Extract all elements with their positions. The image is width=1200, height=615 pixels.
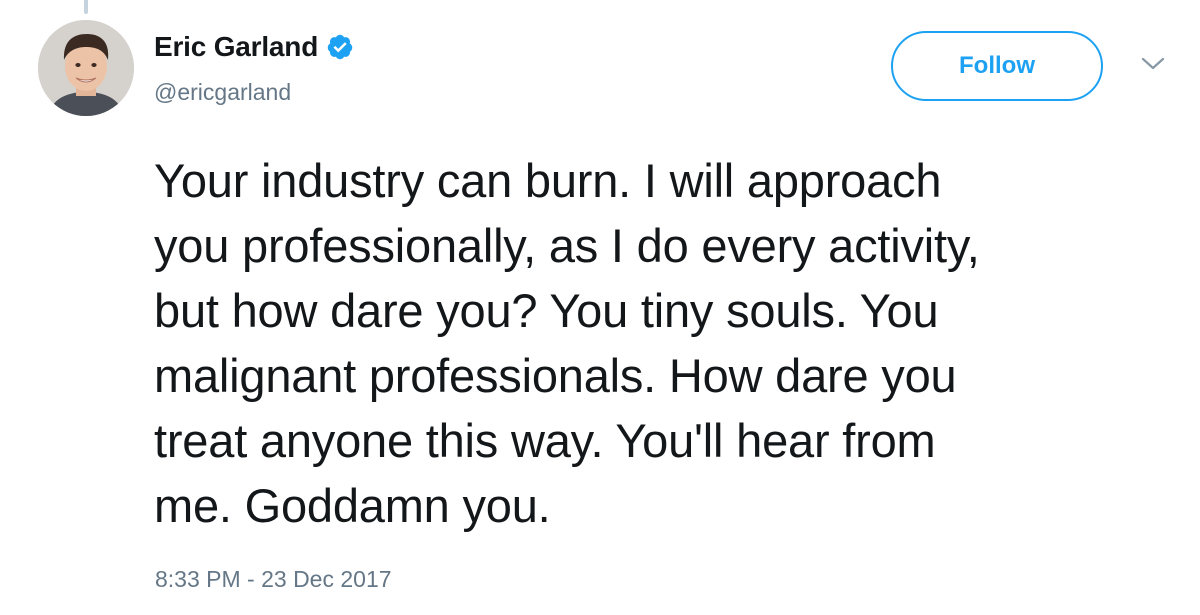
tweet-text-line: but how dare you? You tiny souls. You <box>154 284 939 337</box>
profile-photo-icon <box>38 20 134 116</box>
tweet-text-line: malignant professionals. How dare you <box>154 349 957 402</box>
author-handle[interactable]: @ericgarland <box>154 78 291 106</box>
tweet-text-line: you professionally, as I do every activi… <box>154 219 980 272</box>
verified-badge-icon <box>326 33 354 61</box>
tweet-text-line: me. Goddamn you. <box>154 479 551 532</box>
follow-button[interactable]: Follow <box>891 31 1103 101</box>
thread-line <box>84 0 88 14</box>
tweet-card: Eric Garland @ericgarland Follow Your in… <box>0 0 1200 615</box>
author-display-name[interactable]: Eric Garland <box>154 30 318 64</box>
tweet-text-line: treat anyone this way. You'll hear from <box>154 414 936 467</box>
tweet-timestamp[interactable]: 8:33 PM - 23 Dec 2017 <box>155 565 392 593</box>
tweet-text-line: Your industry can burn. I will approach <box>154 154 942 207</box>
author-name-row: Eric Garland <box>154 30 354 64</box>
avatar[interactable] <box>38 20 134 116</box>
tweet-text: Your industry can burn. I will approach … <box>154 148 1184 538</box>
chevron-down-icon[interactable] <box>1140 55 1166 73</box>
